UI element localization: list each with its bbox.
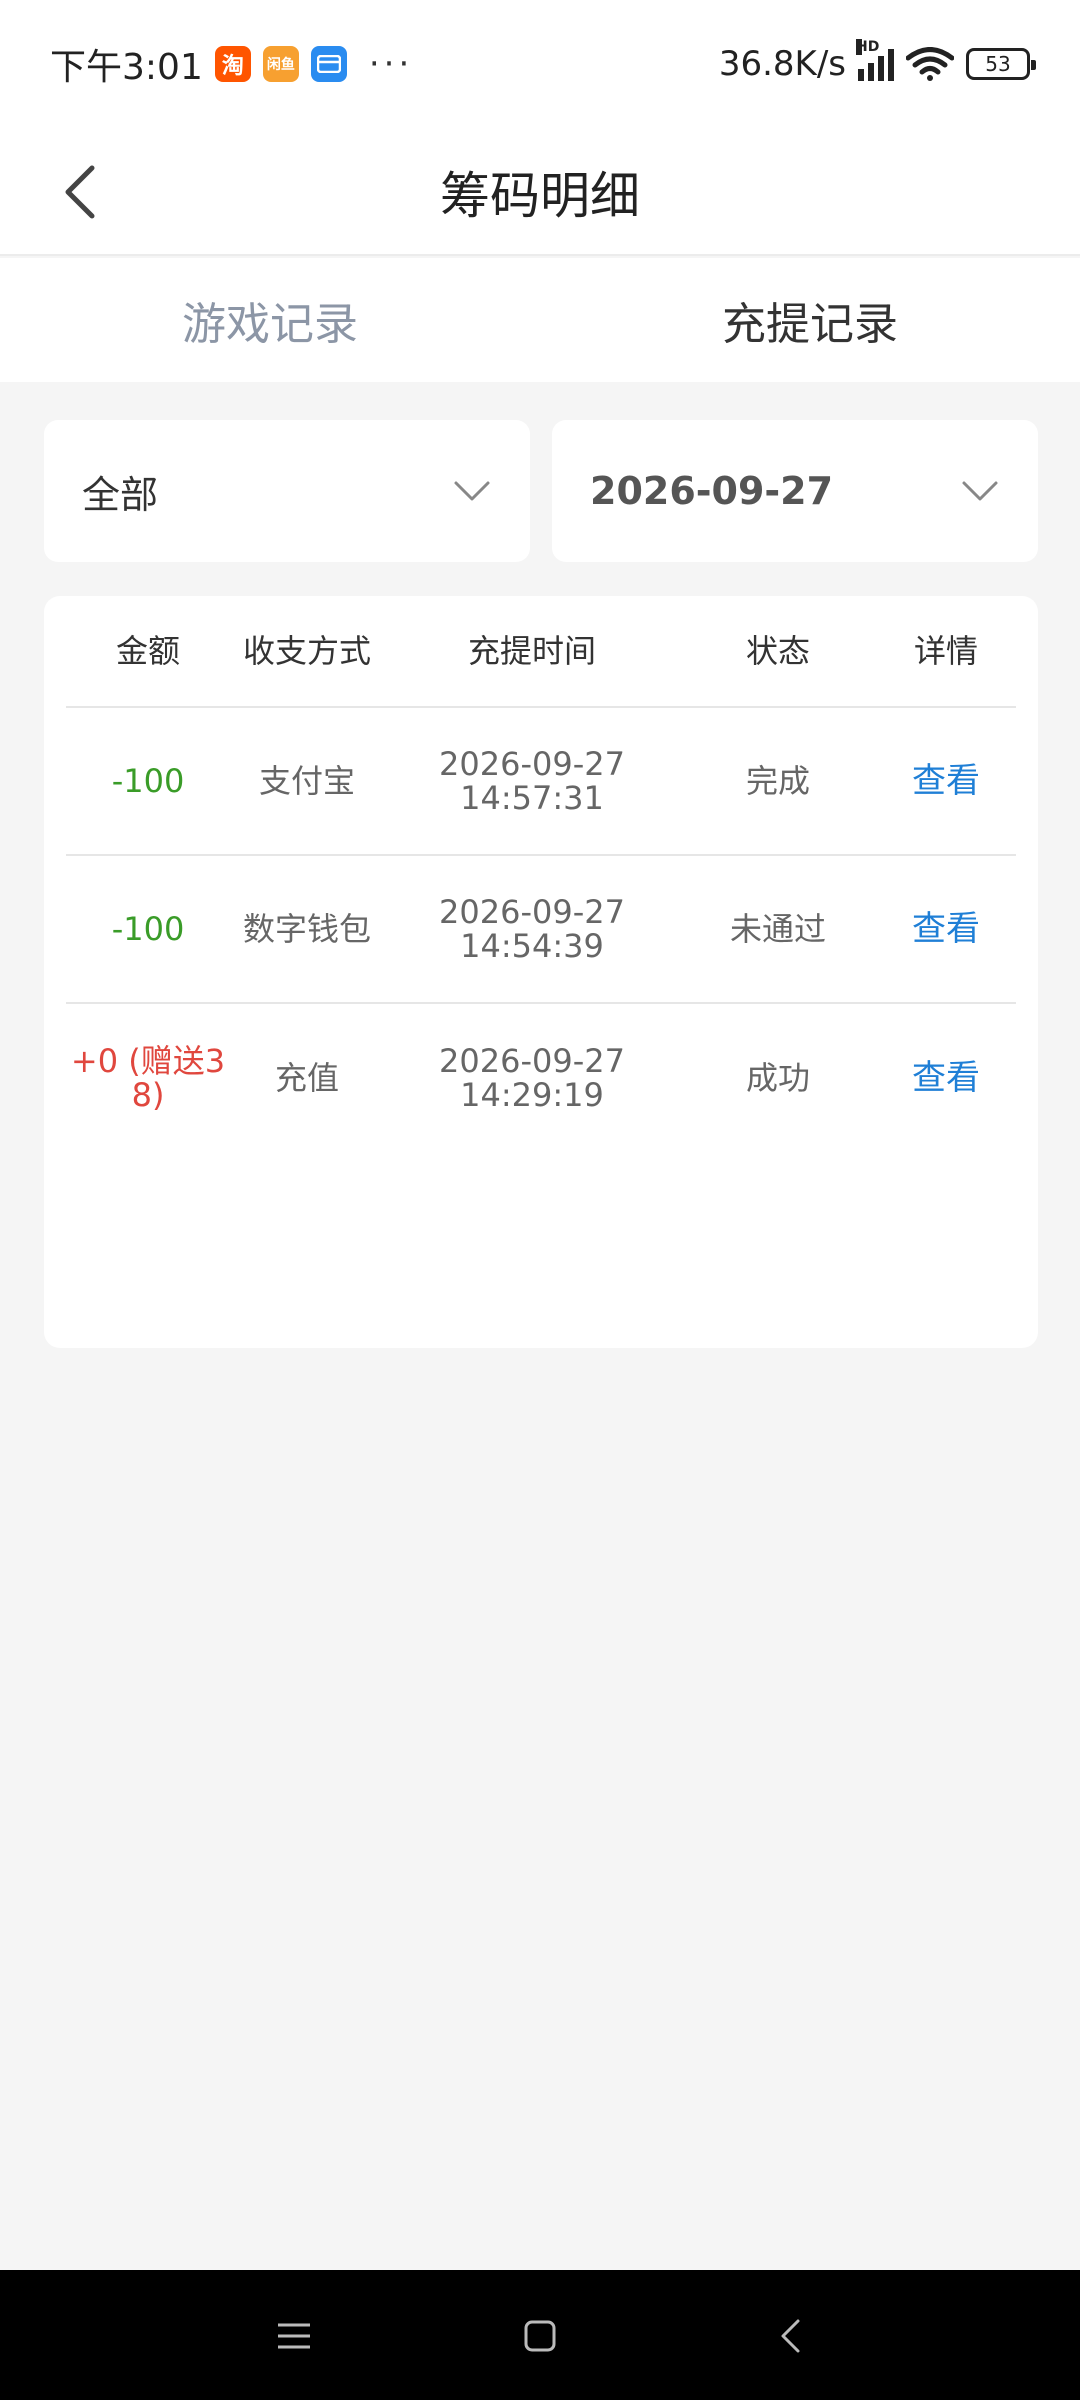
page: 下午3:01 淘 闲鱼 ··· 36.8K/s HD 53 筹码明细 游戏记录 … xyxy=(0,0,1080,2400)
time-date: 2026-09-27 xyxy=(439,893,625,931)
method-cell: 数字钱包 xyxy=(242,910,371,948)
more-notifications-icon: ··· xyxy=(368,44,414,84)
back-button[interactable] xyxy=(40,148,120,236)
date-filter-dropdown[interactable]: 2026-09-27 xyxy=(552,420,1038,562)
table-header: 金额 收支方式 充提时间 状态 详情 xyxy=(66,596,1016,708)
time-date: 2026-09-27 xyxy=(439,1042,625,1080)
chevron-left-icon xyxy=(65,165,95,219)
record-tabs: 游戏记录 充提记录 xyxy=(0,258,1080,382)
column-header-amount: 金额 xyxy=(115,632,180,670)
battery-icon: 53 xyxy=(966,48,1036,80)
records-table: 金额 收支方式 充提时间 状态 详情 -100 支付宝 2026-09-27 1… xyxy=(44,596,1038,1348)
time-clock: 14:57:31 xyxy=(460,779,604,817)
method-cell: 支付宝 xyxy=(258,762,355,800)
chevron-down-icon xyxy=(962,481,998,501)
hd-label: HD xyxy=(856,39,880,55)
taobao-app-icon: 淘 xyxy=(214,46,251,82)
status-bar: 下午3:01 淘 闲鱼 ··· 36.8K/s HD 53 xyxy=(0,0,1080,128)
chevron-down-icon xyxy=(454,481,490,501)
time-clock: 14:29:19 xyxy=(460,1076,604,1114)
time-clock: 14:54:39 xyxy=(460,927,604,965)
status-app-icons: 淘 闲鱼 xyxy=(214,46,347,82)
wallet-app-icon xyxy=(310,46,347,82)
view-detail-link[interactable]: 查看 xyxy=(876,1061,1016,1095)
system-nav-bar xyxy=(0,2270,1080,2400)
amount-line: +0 (赠送3 xyxy=(70,1042,226,1080)
status-time: 下午3:01 xyxy=(50,47,203,88)
menu-icon xyxy=(278,2323,310,2349)
menu-nav-button[interactable] xyxy=(264,2306,324,2366)
view-detail-link[interactable]: 查看 xyxy=(876,912,1016,946)
home-square-icon xyxy=(524,2320,556,2352)
table-row: -100 数字钱包 2026-09-27 14:54:39 未通过 查看 xyxy=(66,856,1016,1004)
column-header-method: 收支方式 xyxy=(242,632,371,670)
tab-game-records[interactable]: 游戏记录 xyxy=(0,258,540,382)
battery-level: 53 xyxy=(985,52,1011,76)
tab-deposit-withdraw-records[interactable]: 充提记录 xyxy=(540,258,1080,382)
filters: 全部 2026-09-27 xyxy=(44,420,1038,562)
amount-line: 8) xyxy=(131,1076,165,1114)
amount-cell: -100 xyxy=(111,910,185,948)
wifi-icon xyxy=(905,47,955,81)
status-right: 36.8K/s HD 53 xyxy=(718,0,1036,128)
status-cell: 完成 xyxy=(745,762,810,800)
time-cell: 2026-09-27 14:54:39 xyxy=(384,895,680,963)
time-cell: 2026-09-27 14:57:31 xyxy=(384,747,680,815)
network-speed: 36.8K/s xyxy=(718,44,846,84)
table-row: +0 (赠送3 8) 充值 2026-09-27 14:29:19 成功 查看 xyxy=(66,1004,1016,1152)
type-filter-value: 全部 xyxy=(82,472,159,517)
amount-cell: -100 xyxy=(111,762,185,800)
home-nav-button[interactable] xyxy=(510,2306,570,2366)
date-filter-value: 2026-09-27 xyxy=(590,469,834,513)
method-cell: 充值 xyxy=(274,1059,339,1097)
header: 筹码明细 xyxy=(0,128,1080,256)
back-nav-button[interactable] xyxy=(760,2306,820,2366)
time-date: 2026-09-27 xyxy=(439,745,625,783)
view-detail-link[interactable]: 查看 xyxy=(876,764,1016,798)
status-cell: 成功 xyxy=(745,1059,810,1097)
status-cell: 未通过 xyxy=(729,910,826,948)
time-cell: 2026-09-27 14:29:19 xyxy=(384,1044,680,1112)
page-title: 筹码明细 xyxy=(440,167,640,225)
xianyu-app-icon: 闲鱼 xyxy=(262,46,299,82)
column-header-detail: 详情 xyxy=(913,632,978,670)
column-header-time: 充提时间 xyxy=(467,632,596,670)
column-header-status: 状态 xyxy=(745,632,810,670)
back-triangle-icon xyxy=(781,2319,800,2353)
signal-icon: HD xyxy=(856,39,894,81)
table-row: -100 支付宝 2026-09-27 14:57:31 完成 查看 xyxy=(66,708,1016,856)
type-filter-dropdown[interactable]: 全部 xyxy=(44,420,530,562)
amount-cell: +0 (赠送3 8) xyxy=(66,1044,230,1112)
